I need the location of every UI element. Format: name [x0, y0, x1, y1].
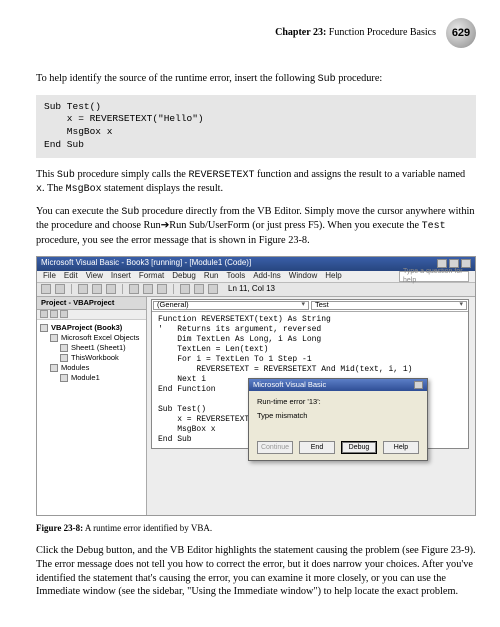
menu-run[interactable]: Run — [204, 271, 219, 282]
figure-caption: Figure 23-8: A runtime error identified … — [36, 522, 476, 534]
toolbar-icon[interactable] — [180, 284, 190, 294]
menu-edit[interactable]: Edit — [64, 271, 78, 282]
project-explorer: Project - VBAProject VBAProject (Book3) … — [37, 297, 147, 515]
code-block-test-sub: Sub Test() x = REVERSETEXT("Hello") MsgB… — [36, 95, 476, 158]
continue-button: Continue — [257, 441, 293, 454]
toolbar-icon[interactable] — [41, 284, 51, 294]
view-code-icon[interactable] — [40, 310, 48, 318]
help-search-input[interactable]: Type a question for help — [399, 271, 469, 282]
menu-view[interactable]: View — [86, 271, 103, 282]
menu-debug[interactable]: Debug — [172, 271, 196, 282]
workbook-icon — [60, 354, 68, 362]
sheet-icon — [60, 344, 68, 352]
toggle-folders-icon[interactable] — [60, 310, 68, 318]
stop-icon[interactable] — [157, 284, 167, 294]
page-number-badge: 629 — [446, 18, 476, 48]
project-icon — [40, 324, 48, 332]
toolbar-icon[interactable] — [92, 284, 102, 294]
project-explorer-toolbar — [37, 310, 146, 320]
tree-item-thisworkbook[interactable]: ThisWorkbook — [40, 353, 143, 363]
toolbar-icon[interactable] — [106, 284, 116, 294]
error-code: Run-time error '13': — [257, 397, 419, 407]
cursor-position: Ln 11, Col 13 — [228, 284, 275, 295]
view-object-icon[interactable] — [50, 310, 58, 318]
run-icon[interactable] — [129, 284, 139, 294]
help-button[interactable]: Help — [383, 441, 419, 454]
folder-icon — [50, 334, 58, 342]
menu-window[interactable]: Window — [289, 271, 317, 282]
paragraph-intro: To help identify the source of the runti… — [36, 72, 476, 87]
pause-icon[interactable] — [143, 284, 153, 294]
vba-editor-screenshot: Microsoft Visual Basic - Book3 [running]… — [36, 256, 476, 516]
end-button[interactable]: End — [299, 441, 335, 454]
chapter-line: Chapter 23: Function Procedure Basics — [275, 26, 436, 40]
code-window: (General)▾ Test▾ Function REVERSETEXT(te… — [151, 299, 469, 449]
module-icon — [60, 374, 68, 382]
paragraph-run-instructions: You can execute the Sub procedure direct… — [36, 205, 476, 248]
code-combo-row: (General)▾ Test▾ — [152, 300, 468, 312]
tree-folder-modules[interactable]: Modules — [40, 363, 143, 373]
error-message: Type mismatch — [257, 411, 419, 421]
runtime-error-dialog: Microsoft Visual Basic Run-time error '1… — [248, 378, 428, 461]
tree-root[interactable]: VBAProject (Book3) — [40, 323, 143, 333]
inline-code-sub: Sub — [318, 74, 336, 85]
toolbar-icon[interactable] — [55, 284, 65, 294]
page-header: Chapter 23: Function Procedure Basics 62… — [36, 18, 476, 48]
procedure-combo[interactable]: Test▾ — [311, 301, 467, 310]
object-combo[interactable]: (General)▾ — [153, 301, 309, 310]
paragraph-explain-sub: This Sub procedure simply calls the REVE… — [36, 168, 476, 197]
menu-insert[interactable]: Insert — [111, 271, 131, 282]
toolbar-icon[interactable] — [208, 284, 218, 294]
menu-addins[interactable]: Add-Ins — [253, 271, 281, 282]
code-pane: (General)▾ Test▾ Function REVERSETEXT(te… — [147, 297, 475, 515]
tree-item-sheet1[interactable]: Sheet1 (Sheet1) — [40, 343, 143, 353]
close-icon[interactable] — [414, 381, 423, 389]
folder-icon — [50, 364, 58, 372]
tree-item-module1[interactable]: Module1 — [40, 373, 143, 383]
chapter-title: Function Procedure Basics — [326, 27, 436, 38]
help-search-area: Type a question for help — [399, 271, 469, 282]
menu-file[interactable]: File — [43, 271, 56, 282]
vb-body: Project - VBAProject VBAProject (Book3) … — [37, 297, 475, 515]
window-title: Microsoft Visual Basic - Book3 [running]… — [41, 258, 251, 269]
chevron-down-icon: ▾ — [459, 300, 463, 309]
dialog-buttons: Continue End Debug Help — [249, 439, 427, 460]
chevron-down-icon: ▾ — [301, 300, 305, 309]
menu-format[interactable]: Format — [139, 271, 164, 282]
paragraph-debug-explain: Click the Debug button, and the VB Edito… — [36, 544, 476, 600]
toolbar-icon[interactable] — [194, 284, 204, 294]
page-number: 629 — [452, 26, 470, 41]
tree-folder-excel-objects[interactable]: Microsoft Excel Objects — [40, 333, 143, 343]
project-explorer-title: Project - VBAProject — [37, 297, 146, 310]
dialog-body: Run-time error '13': Type mismatch — [249, 391, 427, 425]
toolbar-icon[interactable] — [78, 284, 88, 294]
dialog-titlebar: Microsoft Visual Basic — [249, 379, 427, 391]
menu-tools[interactable]: Tools — [227, 271, 246, 282]
figure-label: Figure 23-8: — [36, 523, 83, 533]
dialog-title: Microsoft Visual Basic — [253, 380, 326, 390]
project-tree: VBAProject (Book3) Microsoft Excel Objec… — [37, 320, 146, 387]
chapter-prefix: Chapter 23: — [275, 27, 326, 38]
debug-button[interactable]: Debug — [341, 441, 377, 454]
menu-help[interactable]: Help — [325, 271, 341, 282]
vb-menubar: File Edit View Insert Format Debug Run T… — [37, 271, 475, 283]
